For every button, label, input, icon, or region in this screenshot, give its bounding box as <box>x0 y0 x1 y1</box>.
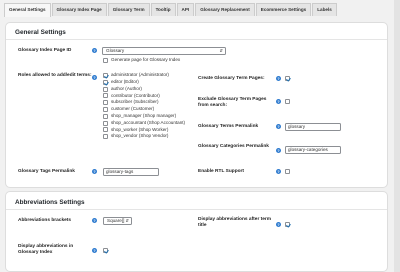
help-icon[interactable]: ? <box>92 218 97 223</box>
roles-label: Roles allowed to add/edit terms: <box>18 73 92 78</box>
role-checkbox[interactable] <box>103 127 108 133</box>
tab-glossary-index-page[interactable]: Glossary Index Page <box>51 3 107 16</box>
tab-glossary-replacement[interactable]: Glossary Replacement <box>195 3 255 16</box>
index-page-selected: Glossary <box>106 48 125 53</box>
role-label: shop_vendor (Shop Vendor) <box>111 133 169 139</box>
in-index-label: Display abbreviations in Glossary Index <box>18 244 74 255</box>
help-icon[interactable]: ? <box>276 99 281 104</box>
role-label: shop_manager (Shop manager) <box>111 113 177 118</box>
role-label: customer (Customer) <box>111 106 155 112</box>
role-checkbox[interactable] <box>103 120 108 126</box>
page-scrollbar[interactable] <box>394 0 400 272</box>
help-icon[interactable]: ? <box>92 75 97 80</box>
role-checkbox[interactable] <box>103 107 108 112</box>
role-label: administrator (Administrator) <box>111 72 169 78</box>
help-icon[interactable]: ? <box>92 48 97 53</box>
panel-divider <box>6 39 387 40</box>
rtl-label: Enable RTL Support <box>198 169 245 174</box>
exclude-search-label: Exclude Glossary Term Pages from search: <box>198 97 267 108</box>
general-settings-panel: General Settings Glossary Index Page ID … <box>5 22 388 188</box>
help-icon[interactable]: ? <box>92 169 97 174</box>
create-pages-label: Create Glossary Term Pages: <box>198 76 265 81</box>
categories-permalink-input[interactable]: glossary-categories <box>285 146 341 154</box>
exclude-search-checkbox[interactable] <box>285 99 290 104</box>
role-label: author (Author) <box>111 85 142 91</box>
role-checkbox[interactable] <box>103 113 108 119</box>
index-page-label: Glossary Index Page ID <box>18 48 72 53</box>
generate-page-checkbox[interactable] <box>103 58 108 63</box>
in-index-checkbox[interactable] <box>103 248 108 253</box>
tab-labels[interactable]: Labels <box>312 3 337 16</box>
terms-permalink-label: Glossary Terms Permalink <box>198 124 259 129</box>
create-pages-checkbox[interactable] <box>285 76 290 81</box>
index-page-select[interactable]: Glossary ⇵ <box>102 47 226 55</box>
role-checkbox[interactable] <box>103 93 108 99</box>
abbreviations-settings-title: Abbreviations Settings <box>15 199 85 206</box>
tab-glossary-term[interactable]: Glossary Term <box>107 3 150 16</box>
role-checkbox[interactable] <box>103 134 108 140</box>
generate-page-label: Generate page for Glossary Index <box>111 57 181 62</box>
brackets-label: Abbreviations brackets <box>18 218 72 223</box>
role-label: shop_worker (Shop Worker) <box>111 126 169 132</box>
after-title-checkbox[interactable] <box>285 222 290 227</box>
help-icon[interactable]: ? <box>276 222 281 227</box>
role-label: editor (Editor) <box>111 79 139 84</box>
role-label: shop_accountant (Shop Accountant) <box>111 119 186 125</box>
tab-general-settings[interactable]: General Settings <box>4 3 51 17</box>
settings-tabs: General Settings Glossary Index Page Glo… <box>4 3 338 17</box>
help-icon[interactable]: ? <box>276 124 281 129</box>
help-icon[interactable]: ? <box>92 248 97 253</box>
after-title-label: Display abbreviations after term title <box>198 217 272 228</box>
tab-tooltip[interactable]: Tooltip <box>150 3 176 16</box>
chevron-updown-icon: ⇵ <box>219 48 223 53</box>
role-label: contributor (Contributor) <box>111 92 160 98</box>
role-checkbox[interactable] <box>103 86 108 92</box>
panel-divider <box>6 209 387 210</box>
help-icon[interactable]: ? <box>276 169 281 174</box>
brackets-selected: Square[] <box>107 218 125 223</box>
role-label: subscriber (Subscriber) <box>111 99 159 105</box>
tags-permalink-input[interactable]: glossary-tags <box>103 168 159 176</box>
help-icon[interactable]: ? <box>276 148 281 153</box>
tags-permalink-label: Glossary Tags Permalink <box>18 169 75 174</box>
abbreviations-settings-panel: Abbreviations Settings Abbreviations bra… <box>5 191 388 272</box>
general-settings-title: General Settings <box>15 29 66 36</box>
categories-permalink-label: Glossary Categories Permalink <box>198 144 269 149</box>
help-icon[interactable]: ? <box>276 76 281 81</box>
chevron-updown-icon: ⇵ <box>125 218 129 223</box>
role-checkbox[interactable] <box>103 79 108 85</box>
terms-permalink-input[interactable]: glossary <box>285 123 341 131</box>
role-checkbox[interactable] <box>103 73 108 78</box>
brackets-select[interactable]: Square[] ⇵ <box>103 217 132 225</box>
role-checkbox[interactable] <box>103 100 108 106</box>
tab-ecommerce-settings[interactable]: Ecommerce Settings <box>255 3 312 16</box>
rtl-checkbox[interactable] <box>285 169 290 174</box>
tab-api[interactable]: API <box>176 3 195 16</box>
